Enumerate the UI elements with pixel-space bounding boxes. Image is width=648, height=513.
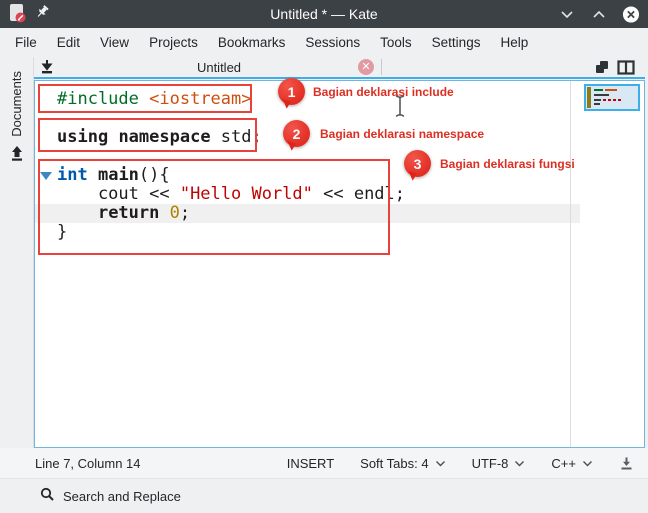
kate-window: Untitled * — Kate File Edit View Project… <box>0 0 648 513</box>
download-arrow-icon[interactable] <box>619 456 634 471</box>
tab-separator <box>381 59 382 75</box>
input-mode[interactable]: INSERT <box>287 456 334 471</box>
titlebar[interactable]: Untitled * — Kate <box>0 0 648 28</box>
search-replace-bar[interactable]: Search and Replace <box>0 478 648 513</box>
tab-close-icon[interactable]: ✕ <box>358 59 374 75</box>
menu-view[interactable]: View <box>90 31 139 54</box>
menu-tools[interactable]: Tools <box>370 31 422 54</box>
encoding-value: UTF-8 <box>471 455 509 471</box>
code-token: "Hello World" <box>179 184 313 204</box>
tab-label: Untitled <box>196 59 242 75</box>
chevron-down-icon <box>583 460 592 466</box>
code-token: 0 <box>169 203 180 223</box>
code-token: #include <box>57 89 139 109</box>
code-token: main <box>97 165 139 185</box>
tabbar: Untitled ✕ <box>34 57 648 77</box>
menu-file[interactable]: File <box>5 31 47 54</box>
menu-edit[interactable]: Edit <box>47 31 90 54</box>
split-view-icon[interactable] <box>614 57 638 77</box>
open-document-icon[interactable] <box>34 57 60 77</box>
editor-scroll-divider <box>570 81 571 447</box>
code-line[interactable]: cout << "Hello World" << endl; <box>35 185 644 204</box>
fold-marker-icon[interactable] <box>40 172 52 180</box>
pin-icon[interactable] <box>35 5 50 23</box>
code-line[interactable]: } <box>35 223 644 242</box>
code-line[interactable] <box>35 109 644 128</box>
search-replace-label: Search and Replace <box>63 488 181 504</box>
code-line[interactable] <box>35 147 644 166</box>
tab-untitled[interactable]: Untitled ✕ <box>60 57 378 77</box>
minimap-viewport[interactable] <box>584 84 640 111</box>
code-token: namespace <box>118 127 211 147</box>
document-switcher-icon[interactable] <box>590 57 614 77</box>
code-area[interactable]: #include <iostream> using namespace std; i… <box>35 81 644 242</box>
documents-tool-icon <box>9 145 25 167</box>
code-token: (){ <box>138 165 170 185</box>
menu-help[interactable]: Help <box>490 31 538 54</box>
minimap-modified-marker <box>587 87 591 108</box>
documents-label: Documents <box>9 71 24 137</box>
chevron-down-icon <box>515 460 525 466</box>
code-token: cout << <box>57 184 180 204</box>
code-token: return <box>97 203 160 223</box>
chevron-down-icon <box>435 460 445 466</box>
sidebar-item-documents[interactable]: Documents <box>9 71 25 167</box>
close-icon[interactable] <box>622 5 640 23</box>
kate-app-icon <box>8 3 26 26</box>
window-title: Untitled * — Kate <box>270 6 378 22</box>
code-token: <iostream> <box>149 89 252 109</box>
menu-settings[interactable]: Settings <box>422 31 491 54</box>
minimize-icon[interactable] <box>558 5 576 23</box>
code-line[interactable]: int main(){ <box>35 166 644 185</box>
menu-bookmarks[interactable]: Bookmarks <box>208 31 296 54</box>
language-value: C++ <box>551 455 576 471</box>
active-tab-indicator <box>34 77 645 79</box>
code-line[interactable]: using namespace std; <box>35 128 644 147</box>
tab-mode-value: Soft Tabs: 4 <box>360 455 429 471</box>
search-icon <box>40 487 55 505</box>
code-token: std; <box>210 127 262 147</box>
code-token: using <box>57 127 109 147</box>
statusbar: Line 7, Column 14 INSERT Soft Tabs: 4 UT… <box>0 448 648 478</box>
scrollbar-minimap[interactable] <box>582 81 644 447</box>
code-line[interactable]: #include <iostream> <box>35 90 644 109</box>
maximize-icon[interactable] <box>590 5 608 23</box>
code-token: ; <box>179 203 191 223</box>
language-dropdown[interactable]: C++ <box>551 456 593 471</box>
code-token: int <box>57 165 88 185</box>
code-line[interactable]: return 0; <box>35 204 644 223</box>
code-editor[interactable]: #include <iostream> using namespace std; i… <box>34 80 645 448</box>
menu-projects[interactable]: Projects <box>139 31 208 54</box>
menubar: File Edit View Projects Bookmarks Sessio… <box>0 28 648 57</box>
code-token: << endl; <box>312 184 406 204</box>
left-toolview-sidebar: Documents <box>0 57 34 448</box>
cursor-position[interactable]: Line 7, Column 14 <box>35 456 141 471</box>
menu-sessions[interactable]: Sessions <box>295 31 370 54</box>
tab-mode-dropdown[interactable]: Soft Tabs: 4 <box>360 456 445 471</box>
encoding-dropdown[interactable]: UTF-8 <box>472 456 526 471</box>
code-token: } <box>57 222 68 242</box>
